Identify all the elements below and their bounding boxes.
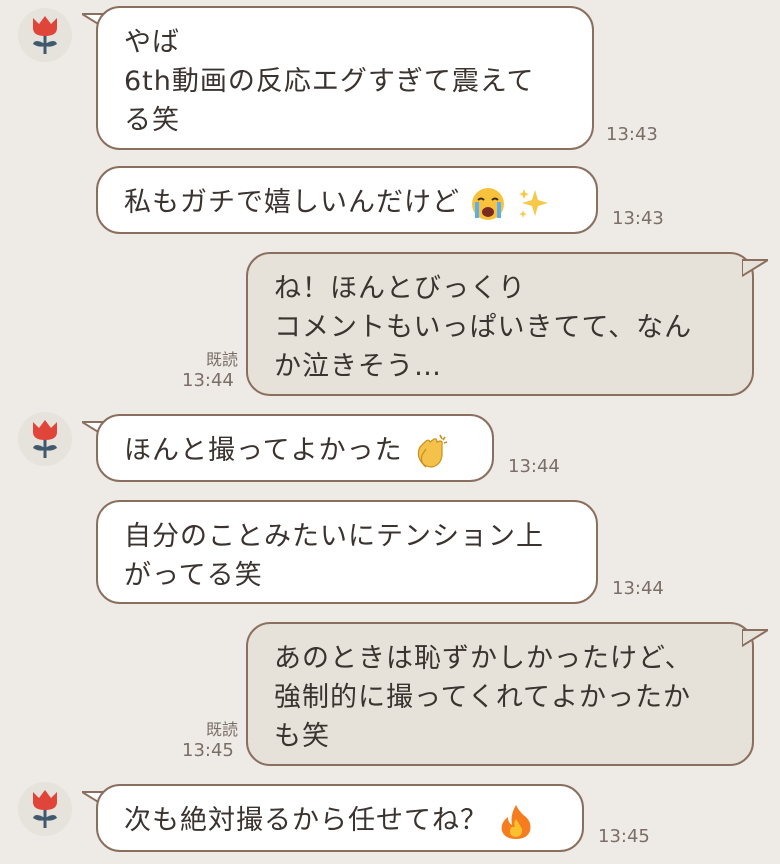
message-bubble-incoming[interactable]: やば 6th動画の反応エグすぎて震えて る笑 xyxy=(96,6,594,150)
loudly-crying-face-icon xyxy=(471,187,504,220)
message-text: ね！ほんとびっくり xyxy=(274,273,526,304)
message-text: 自分のことみたいにテンション上 xyxy=(124,521,544,552)
tulip-flower-icon xyxy=(33,420,57,458)
message-timestamp: 13:45 xyxy=(182,740,234,761)
message-timestamp: 13:44 xyxy=(612,578,664,599)
contact-avatar[interactable] xyxy=(18,8,72,62)
message-text: あのときは恥ずかしかったけど、 xyxy=(274,643,693,674)
read-receipt: 既読 xyxy=(205,350,238,369)
message-timestamp: 13:44 xyxy=(182,370,234,391)
bubble-tail xyxy=(742,259,768,278)
tulip-flower-icon xyxy=(33,16,57,54)
message-text: 次も絶対撮るから任せてね？ xyxy=(124,805,488,836)
message-text: 強制的に撮ってくれてよかったか xyxy=(274,682,692,713)
message-bubble-incoming[interactable]: 私もガチで嬉しいんだけど xyxy=(96,166,598,234)
message-text: 6th動画の反応エグすぎて震えて xyxy=(124,66,535,97)
message-bubble-outgoing[interactable]: あのときは恥ずかしかったけど、 強制的に撮ってくれてよかったか も笑 xyxy=(246,622,754,766)
bubble-tail xyxy=(742,629,768,648)
message-bubble-outgoing[interactable]: ね！ほんとびっくり コメントもいっぱいきてて、なん か泣きそう… xyxy=(246,252,754,396)
message-bubble-incoming[interactable]: ほんと撮ってよかった xyxy=(96,414,494,482)
message-text: やば xyxy=(124,27,180,58)
contact-avatar[interactable] xyxy=(18,782,72,836)
message-timestamp: 13:45 xyxy=(598,826,650,847)
message-text: る笑 xyxy=(124,105,180,136)
message-text: か泣きそう… xyxy=(274,351,442,382)
read-receipt: 既読 xyxy=(205,720,238,739)
message-bubble-incoming[interactable]: 自分のことみたいにテンション上 がってる笑 xyxy=(96,500,598,604)
message-timestamp: 13:43 xyxy=(612,208,664,229)
message-timestamp: 13:43 xyxy=(606,124,658,145)
message-text: も笑 xyxy=(274,721,330,752)
fire-icon xyxy=(501,804,531,839)
message-text: がってる笑 xyxy=(124,560,263,591)
tulip-flower-icon xyxy=(33,790,57,828)
clapping-hands-icon xyxy=(418,434,448,468)
contact-avatar[interactable] xyxy=(18,412,72,466)
message-text: 私もガチで嬉しいんだけど xyxy=(124,187,460,218)
sparkles-icon xyxy=(519,188,549,218)
message-bubble-incoming[interactable]: 次も絶対撮るから任せてね？ xyxy=(96,784,584,852)
message-text: ほんと撮ってよかった xyxy=(124,435,403,466)
message-timestamp: 13:44 xyxy=(508,456,560,477)
message-text: コメントもいっぱいきてて、なん xyxy=(274,312,693,343)
